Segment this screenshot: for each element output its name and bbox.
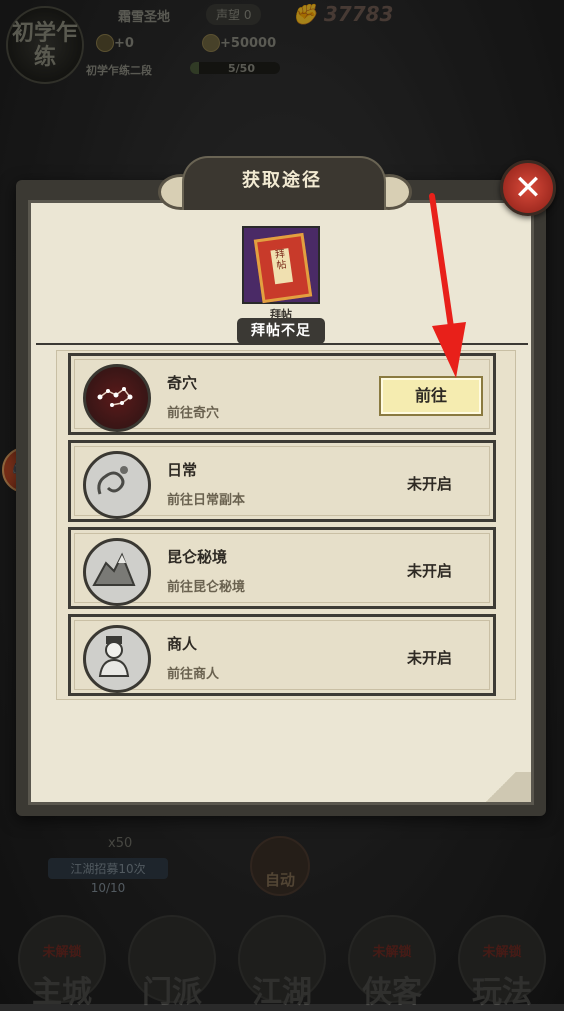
route-subtitle: 前往奇穴 <box>167 406 220 421</box>
route-title: 奇穴 <box>167 374 198 392</box>
route-daily: 日常 前往日常副本 未开启 <box>68 440 496 522</box>
route-subtitle: 前往日常副本 <box>167 493 246 508</box>
route-acupoint: 奇穴 前往奇穴 前往 <box>68 353 496 435</box>
dialog-title: 获取途径 <box>242 170 322 191</box>
merchant-icon <box>83 625 151 693</box>
route-subtitle: 前往商人 <box>167 667 220 682</box>
book-label: 拜帖 <box>270 248 294 285</box>
dragon-icon <box>83 451 151 519</box>
item-icon[interactable]: 拜帖 <box>242 226 320 304</box>
route-title: 日常 <box>167 461 198 479</box>
route-status: 未开启 <box>407 649 453 667</box>
route-subtitle: 前往昆仑秘境 <box>167 580 246 595</box>
dialog-title-bar: 获取途径 <box>152 152 412 212</box>
book-icon: 拜帖 <box>253 232 313 304</box>
constellation-icon <box>83 364 151 432</box>
close-button[interactable]: ✕ <box>500 160 556 216</box>
divider <box>36 343 528 345</box>
close-x-icon: ✕ <box>513 168 543 208</box>
route-status: 未开启 <box>407 562 453 580</box>
mountain-icon <box>83 538 151 606</box>
route-kunlun: 昆仑秘境 前往昆仑秘境 未开启 <box>68 527 496 609</box>
route-status: 未开启 <box>407 475 453 493</box>
route-title: 商人 <box>167 635 198 653</box>
route-merchant: 商人 前往商人 未开启 <box>68 614 496 696</box>
route-title: 昆仑秘境 <box>167 548 228 566</box>
insufficient-badge: 拜帖不足 <box>237 318 325 344</box>
go-button[interactable]: 前往 <box>379 376 483 416</box>
